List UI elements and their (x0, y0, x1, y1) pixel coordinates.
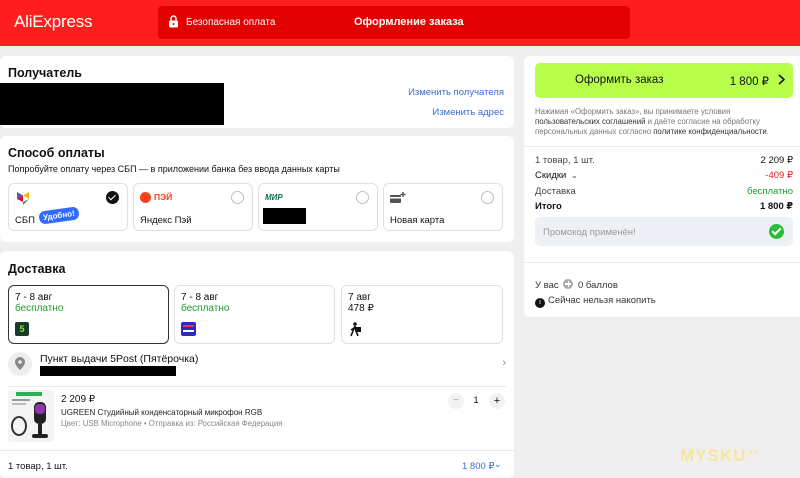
summary-row-delivery: Доставка бесплатно (535, 186, 793, 197)
yandex-pay-radio[interactable] (231, 191, 244, 204)
aliexpress-logo[interactable]: AliExpress (14, 12, 93, 32)
delivery-option-courier[interactable]: 7 авг 478 ₽ (341, 285, 503, 344)
delivery-option-pickup[interactable]: 7 - 8 авг бесплатно (174, 285, 335, 344)
summary-value: 2 209 ₽ (760, 155, 793, 166)
pickup-point-row[interactable]: Пункт выдачи 5Post (Пятёрочка) › (8, 351, 508, 381)
mir-radio[interactable] (356, 191, 369, 204)
summary-label: Скидки (535, 170, 567, 181)
quantity-plus-button[interactable]: + (489, 393, 505, 409)
place-order-price: 1 800 ₽ (729, 76, 769, 88)
delivery-price: бесплатно (15, 303, 64, 314)
courier-icon (350, 322, 361, 337)
payment-mir[interactable]: МИР (258, 183, 378, 231)
summary-row-discounts[interactable]: Скидки ⌄ -409 ₽ (535, 170, 793, 181)
summary-value: -409 ₽ (765, 170, 793, 181)
new-card-icon (390, 192, 406, 203)
payment-yandex-pay[interactable]: ПЭЙ Яндекс Пэй (133, 183, 253, 231)
change-recipient-link[interactable]: Изменить получателя (408, 87, 504, 98)
delivery-option-5post[interactable]: 7 - 8 авг бесплатно 5 (8, 285, 169, 344)
summary-label: 1 товар, 1 шт. (535, 155, 595, 166)
secure-payment-bar: Безопасная оплата Оформление заказа (158, 6, 630, 39)
divider (0, 450, 514, 451)
divider (8, 386, 506, 387)
summary-row-total: Итого 1 800 ₽ (535, 201, 793, 212)
pickup-point-title: Пункт выдачи 5Post (Пятёрочка) (40, 353, 199, 365)
promo-code-status: Промокод применён! (543, 227, 636, 238)
quantity-value[interactable]: 1 (470, 395, 482, 406)
place-order-button[interactable]: Оформить заказ 1 800 ₽ (535, 63, 793, 98)
location-pin-icon (8, 352, 32, 376)
product-image[interactable] (8, 390, 54, 442)
chevron-right-icon (778, 74, 785, 85)
mir-logo: МИР (265, 193, 283, 202)
sbp-icon (17, 192, 29, 205)
mir-card-redacted (263, 208, 306, 224)
check-circle-icon (769, 224, 784, 239)
lock-icon (169, 15, 178, 28)
summary-label: Итого (535, 201, 562, 212)
delivery-date: 7 - 8 авг (181, 292, 219, 303)
divider (524, 146, 800, 147)
payment-new-card[interactable]: Новая карта (383, 183, 503, 231)
privacy-policy-link[interactable]: политике конфиденциальности (653, 127, 767, 136)
summary-row-items: 1 товар, 1 шт. 2 209 ₽ (535, 155, 793, 166)
delivery-title: Доставка (8, 262, 66, 276)
page-title: Оформление заказа (354, 16, 464, 28)
5post-icon: 5 (15, 322, 29, 336)
points-value: 0 баллов (577, 280, 618, 291)
sbp-radio[interactable] (106, 191, 119, 204)
yandex-pay-label: Яндекс Пэй (140, 215, 192, 226)
summary-label: Доставка (535, 186, 576, 197)
secure-payment-label: Безопасная оплата (186, 17, 276, 28)
promo-code-field[interactable]: Промокод применён! (535, 217, 793, 246)
product-variant: Цвет: USB Microphone • Отправка из: Росс… (61, 419, 283, 428)
points-notice: i Сейчас нельзя накопить (535, 295, 656, 308)
points-coin-icon (563, 279, 574, 289)
product-price: 2 209 ₽ (61, 394, 96, 405)
terms-part: . (766, 127, 769, 136)
convenient-badge: Удобно! (38, 206, 80, 225)
place-order-label: Оформить заказ (575, 74, 664, 86)
payment-title: Способ оплаты (8, 146, 105, 160)
payment-hint: Попробуйте оплату через СБП — в приложен… (8, 164, 340, 174)
pickup-address-redacted (40, 366, 176, 376)
sbp-label: СБП (15, 215, 35, 226)
points-prefix: У вас (535, 280, 559, 291)
points-balance: У вас 0 баллов (535, 279, 618, 291)
info-icon[interactable]: i (535, 298, 545, 308)
pickup-point-icon (181, 322, 196, 336)
product-row: 2 209 ₽ UGREEN Студийный конденсаторный … (8, 390, 508, 442)
recipient-title: Получатель (8, 66, 82, 80)
summary-value: бесплатно (746, 186, 793, 197)
delivery-price: бесплатно (181, 303, 230, 314)
new-card-radio[interactable] (481, 191, 494, 204)
chevron-right-icon[interactable]: › (502, 357, 506, 369)
terms-text: Нажимая «Оформить заказ», вы принимаете … (535, 107, 785, 137)
terms-part: Нажимая «Оформить заказ», вы принимаете … (535, 107, 731, 116)
delivery-footer-count: 1 товар, 1 шт. (8, 461, 68, 472)
yandex-pay-logo-icon (140, 192, 151, 203)
payment-sbp[interactable]: СБП Удобно! (8, 183, 128, 231)
delivery-date: 7 авг (348, 292, 371, 303)
yandex-pay-logo-text: ПЭЙ (154, 192, 173, 202)
divider (524, 262, 800, 263)
watermark-text: MYSKU (680, 446, 747, 465)
user-agreement-link[interactable]: пользовательских соглашений (535, 117, 645, 126)
points-notice-text: Сейчас нельзя накопить (548, 295, 656, 306)
chevron-down-icon[interactable]: ⌄ (494, 459, 502, 470)
change-address-link[interactable]: Изменить адрес (432, 107, 504, 118)
delivery-date: 7 - 8 авг (15, 292, 53, 303)
delivery-footer-price[interactable]: 1 800 ₽ (462, 461, 494, 472)
new-card-label: Новая карта (390, 215, 445, 226)
header: AliExpress Безопасная оплата Оформление … (0, 0, 800, 46)
watermark: MYSKU.ru (680, 446, 760, 466)
chevron-down-icon: ⌄ (570, 171, 578, 180)
watermark-suffix: .ru (746, 447, 760, 457)
summary-value: 1 800 ₽ (759, 201, 793, 212)
delivery-price: 478 ₽ (348, 303, 374, 314)
quantity-minus-button[interactable]: − (448, 393, 464, 409)
product-name[interactable]: UGREEN Студийный конденсаторный микрофон… (61, 408, 262, 417)
recipient-redacted (0, 83, 224, 125)
